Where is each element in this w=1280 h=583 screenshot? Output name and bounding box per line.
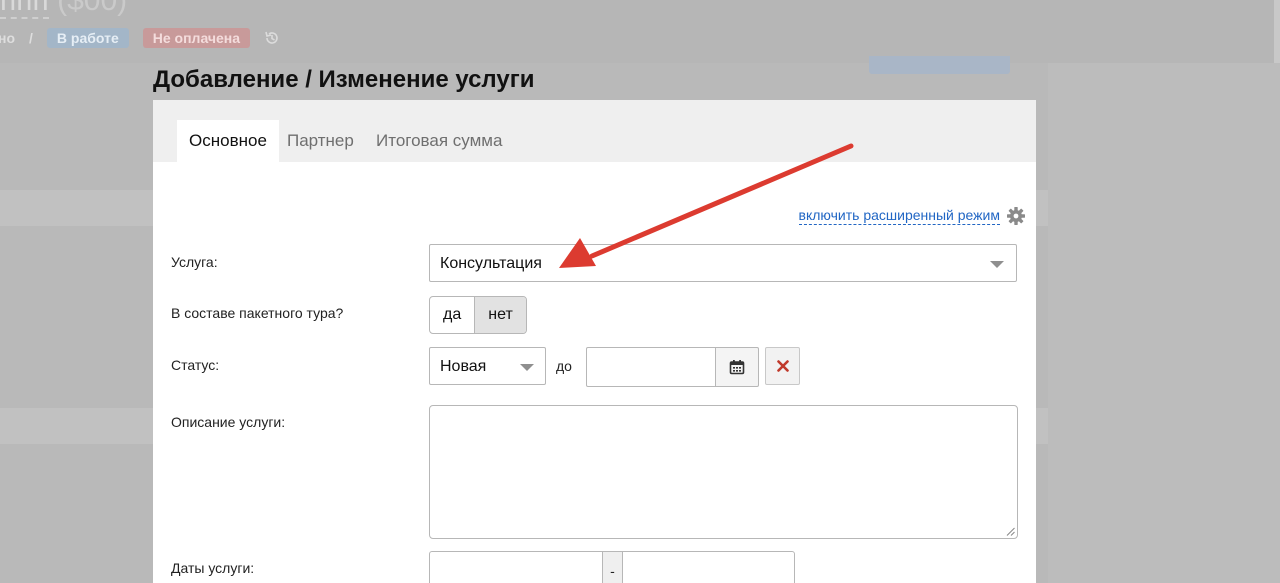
status-select[interactable]: Новая: [429, 347, 546, 385]
description-textarea[interactable]: [429, 405, 1018, 539]
status-badge-in-work: В работе: [46, 28, 129, 48]
background-breadcrumb: но / В работе Не оплачена: [0, 28, 280, 48]
background-header: ппп ($00) но / В работе Не оплачена: [0, 0, 1280, 63]
chevron-down-icon: [990, 261, 1004, 268]
package-toggle: да нет: [429, 296, 527, 334]
tab-total-sum[interactable]: Итоговая сумма: [364, 120, 514, 162]
history-icon: [265, 31, 278, 44]
status-select-value: Новая: [440, 358, 487, 375]
calendar-icon: [729, 360, 745, 375]
gear-icon[interactable]: [1006, 206, 1026, 226]
service-label: Услуга:: [171, 254, 218, 270]
status-until-date-input[interactable]: [586, 347, 716, 387]
resize-handle-icon[interactable]: [1006, 527, 1015, 536]
status-badge-unpaid: Не оплачена: [142, 28, 251, 48]
service-modal: Основное Партнер Итоговая сумма включить…: [153, 100, 1036, 583]
tab-partner[interactable]: Партнер: [275, 120, 366, 162]
chevron-down-icon: [520, 364, 534, 371]
package-yes-button[interactable]: да: [430, 297, 474, 333]
service-dates-range: -: [429, 551, 795, 583]
status-label: Статус:: [171, 357, 220, 373]
package-no-button[interactable]: нет: [474, 297, 526, 333]
modal-title: Добавление / Изменение услуги: [153, 66, 535, 93]
tab-main[interactable]: Основное: [177, 120, 279, 162]
calendar-button[interactable]: [715, 347, 759, 387]
package-label: В составе пакетного тура?: [171, 305, 344, 321]
background-panel: [1048, 63, 1280, 583]
background-edge: [1274, 0, 1280, 63]
background-button: [869, 56, 1010, 74]
date-to-input[interactable]: [623, 552, 794, 583]
date-range-separator: -: [602, 552, 623, 583]
clear-date-button[interactable]: [765, 347, 800, 385]
until-label: до: [556, 358, 572, 374]
tab-bar: Основное Партнер Итоговая сумма: [153, 100, 1036, 162]
advanced-mode-link[interactable]: включить расширенный режим: [798, 207, 1000, 225]
clear-icon: [776, 360, 789, 372]
service-select-value: Консультация: [440, 255, 542, 272]
service-select[interactable]: Консультация: [429, 244, 1017, 282]
dates-label: Даты услуги:: [171, 560, 255, 576]
description-label: Описание услуги:: [171, 414, 286, 430]
advanced-mode: включить расширенный режим: [798, 206, 1026, 226]
date-from-input[interactable]: [430, 552, 602, 583]
background-title: ппп ($00): [0, 0, 127, 19]
